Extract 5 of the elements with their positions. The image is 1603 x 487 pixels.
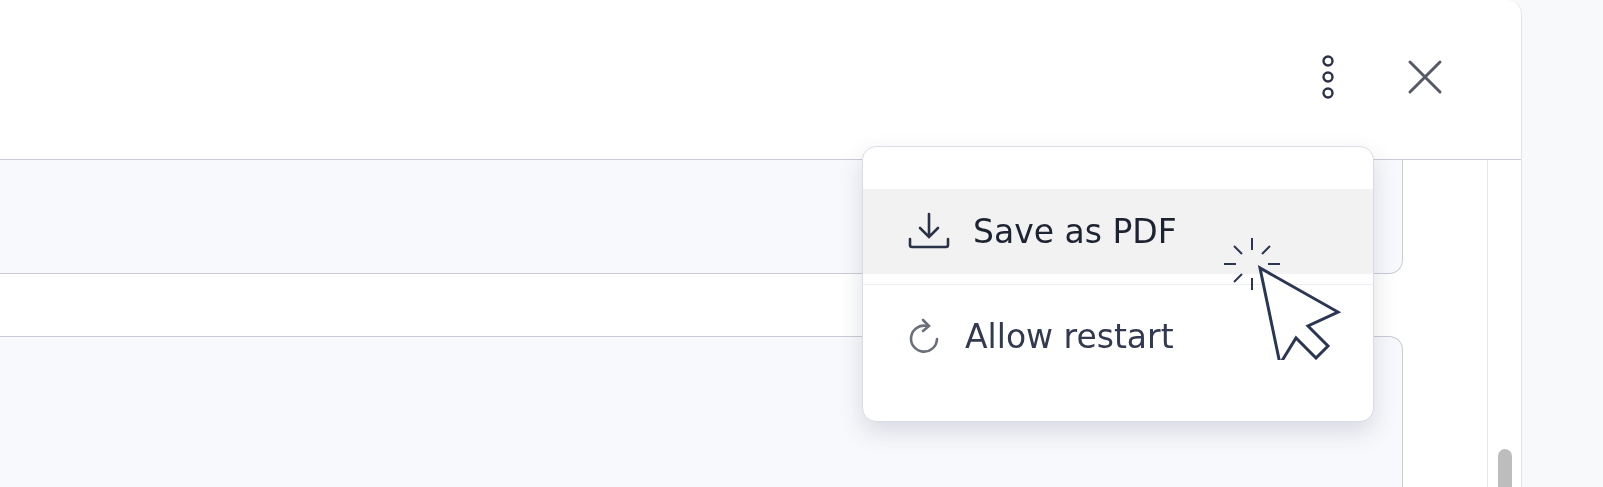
menu-item[interactable]: Allow restart — [863, 294, 1373, 379]
more-options-button[interactable] — [1321, 53, 1335, 100]
menu-item[interactable]: Save as PDF — [863, 189, 1373, 274]
scrollbar-thumb[interactable] — [1497, 449, 1512, 487]
close-button[interactable] — [1407, 58, 1443, 95]
